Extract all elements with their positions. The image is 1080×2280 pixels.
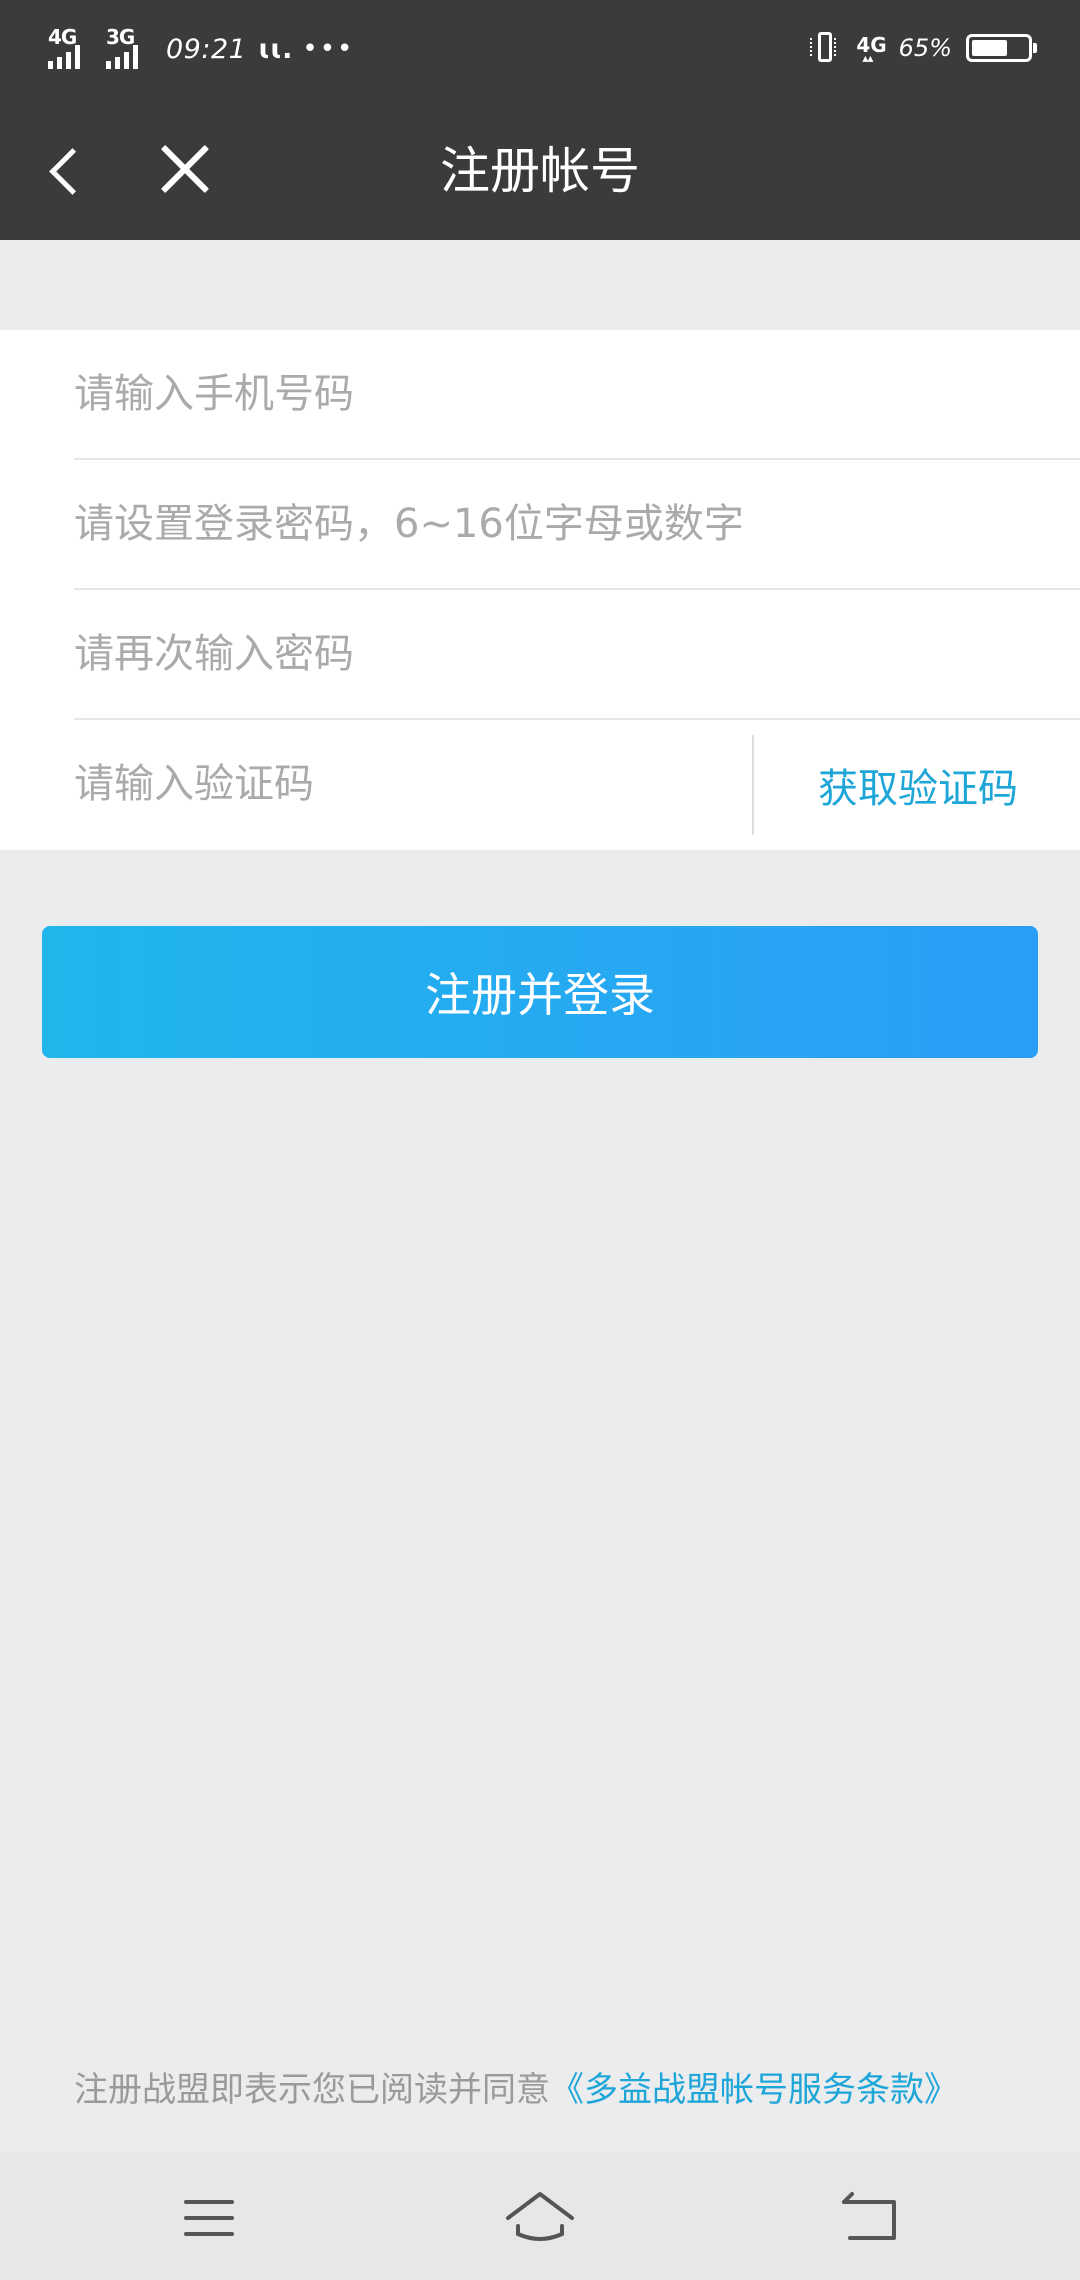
terms-link[interactable]: 《多益战盟帐号服务条款》 (550, 2070, 958, 2110)
register-form: 获取验证码 (0, 330, 1080, 850)
data-type-label: 4G (856, 33, 886, 65)
signal-4g-icon: 4G (46, 27, 92, 69)
battery-percent: 65% (898, 34, 952, 62)
phone-row (74, 330, 1080, 460)
signal-3g-icon: 3G (104, 27, 150, 69)
title-bar: 注册帐号 (0, 98, 1080, 240)
navigation-bar (0, 2152, 1080, 2280)
home-icon[interactable] (500, 2182, 580, 2252)
more-notifications-icon: ••• (302, 34, 355, 64)
phone-input[interactable] (74, 330, 1080, 458)
verification-code-input[interactable] (74, 720, 744, 848)
password-row (74, 460, 1080, 590)
back-icon[interactable] (836, 2188, 906, 2252)
page-title: 注册帐号 (440, 142, 640, 200)
status-left: 4G 3G 09:21 ɩɩ. ••• (46, 26, 354, 72)
vibrate-icon (810, 30, 840, 66)
menu-icon[interactable] (176, 2192, 246, 2252)
notification-icon: ɩɩ. (258, 33, 293, 65)
battery-icon (966, 34, 1037, 62)
status-right: 4G 65% (810, 28, 1037, 68)
register-button[interactable]: 注册并登录 (42, 926, 1038, 1058)
password-input[interactable] (74, 460, 1080, 588)
agreement-text: 注册战盟即表示您已阅读并同意 (74, 2070, 550, 2110)
status-bar: 4G 3G 09:21 ɩɩ. ••• 4G 65% (0, 0, 1080, 98)
get-code-button[interactable]: 获取验证码 (756, 720, 1080, 850)
confirm-password-input[interactable] (74, 590, 1080, 718)
agreement: 注册战盟即表示您已阅读并同意《多益战盟帐号服务条款》 (74, 2060, 1054, 2120)
confirm-password-row (74, 590, 1080, 720)
status-time: 09:21 (166, 33, 247, 65)
code-divider (752, 735, 754, 835)
